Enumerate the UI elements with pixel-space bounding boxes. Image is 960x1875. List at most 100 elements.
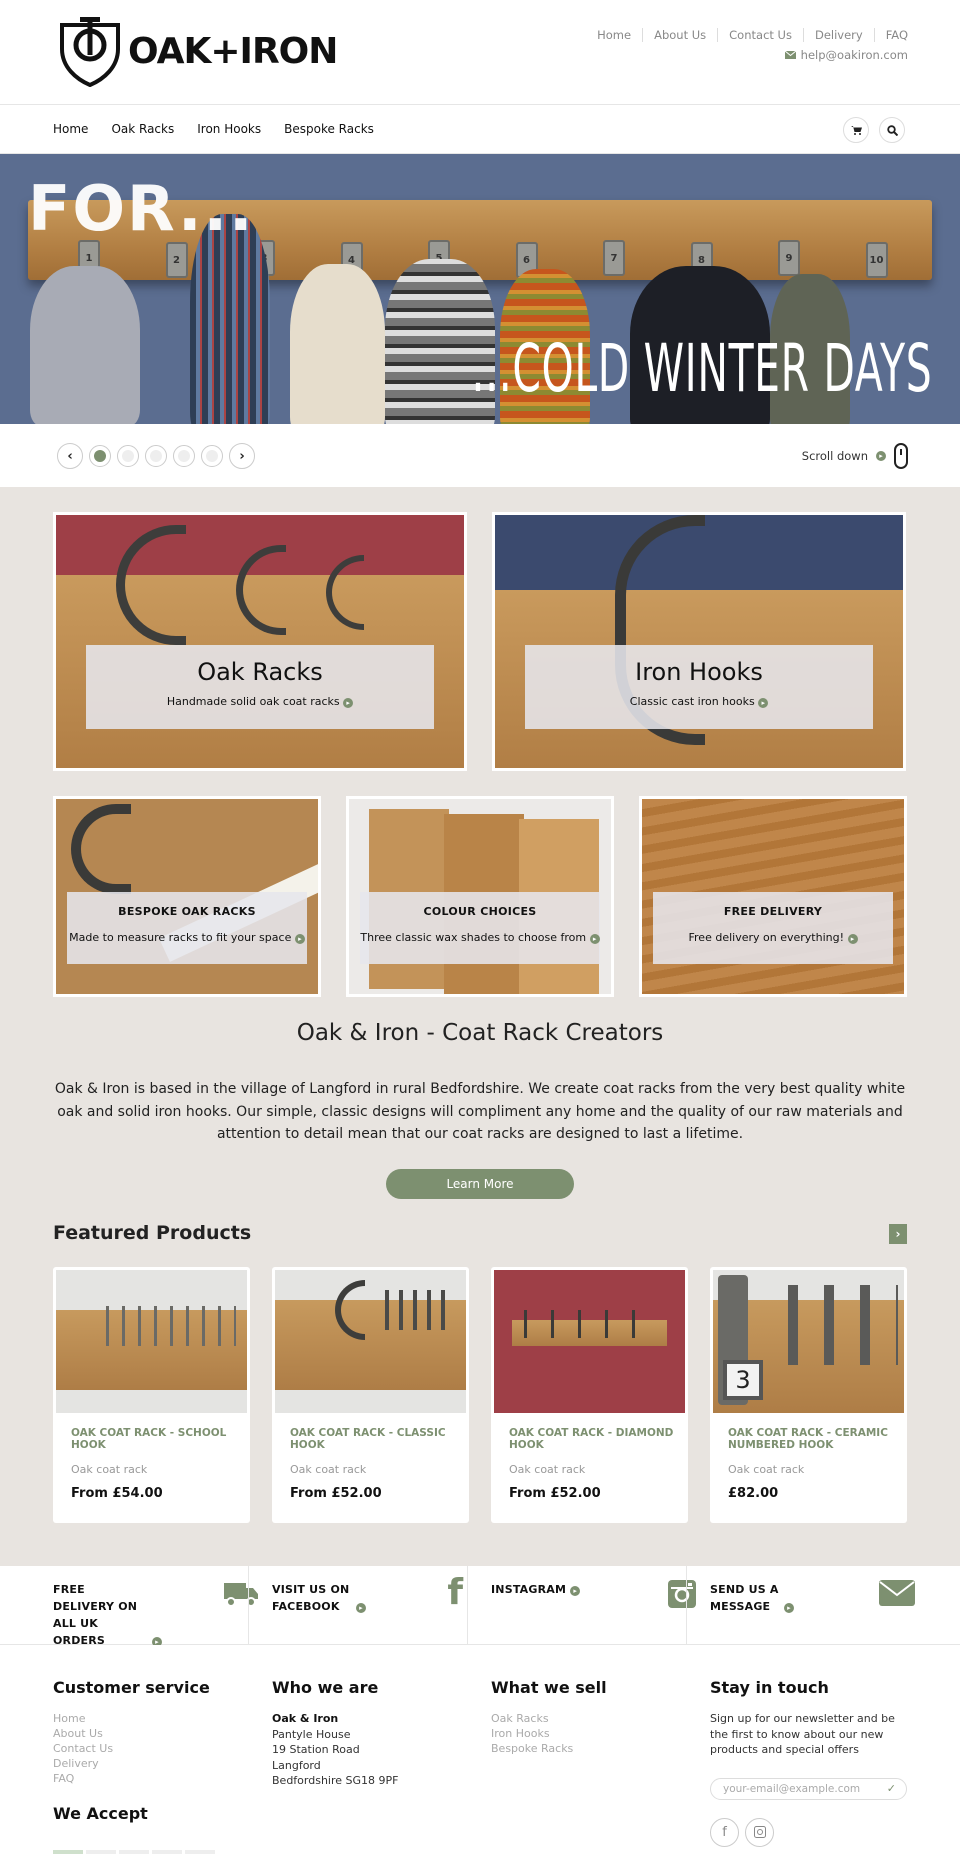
feature-facebook[interactable]: VISIT US ON FACEBOOK ▸ f <box>272 1566 491 1645</box>
payment-card-icon <box>185 1850 215 1854</box>
numbered-hook-plate: 2 <box>165 242 188 278</box>
instagram-icon <box>668 1580 696 1612</box>
product-price: From £52.00 <box>290 1486 382 1501</box>
facebook-icon: f <box>447 1572 463 1613</box>
tile-colour-choices[interactable]: COLOUR CHOICES Three classic wax shades … <box>346 796 614 997</box>
slider-dot-2[interactable] <box>117 445 139 467</box>
feature-instagram[interactable]: INSTAGRAM ▸ <box>491 1566 710 1645</box>
product-card[interactable]: OAK COAT RACK - DIAMOND HOOK Oak coat ra… <box>491 1267 688 1523</box>
learn-more-button[interactable]: Learn More <box>386 1169 574 1199</box>
tile-oak-racks[interactable]: Oak Racks Handmade solid oak coat racks … <box>53 512 467 771</box>
product-card[interactable]: 3 OAK COAT RACK - CERAMIC NUMBERED HOOK … <box>710 1267 907 1523</box>
product-card[interactable]: OAK COAT RACK - SCHOOL HOOK Oak coat rac… <box>53 1267 250 1523</box>
cart-button[interactable] <box>843 117 869 143</box>
nav-home[interactable]: Home <box>53 122 88 136</box>
nav-iron-hooks[interactable]: Iron Hooks <box>197 122 261 136</box>
tile-title: Oak Racks <box>197 658 323 686</box>
scroll-down-link[interactable]: Scroll down ▸ <box>802 443 908 469</box>
slider-next-button[interactable]: › <box>229 443 255 469</box>
address-line: Pantyle House <box>272 1727 351 1741</box>
top-link-home[interactable]: Home <box>586 28 642 42</box>
product-price: From £54.00 <box>71 1486 163 1501</box>
brand-name: OAK+IRON <box>128 30 338 72</box>
footer-heading: Stay in touch <box>710 1678 829 1697</box>
product-category: Oak coat rack <box>290 1463 367 1476</box>
check-icon[interactable]: ✓ <box>887 1782 896 1795</box>
hero-scarf <box>190 214 270 424</box>
hook-image <box>71 804 131 894</box>
product-name[interactable]: OAK COAT RACK - SCHOOL HOOK <box>71 1427 236 1451</box>
top-link-about[interactable]: About Us <box>642 28 717 42</box>
newsletter-email-input[interactable]: your-email@example.com ✓ <box>710 1777 907 1800</box>
slider-controls: ‹ › Scroll down ▸ <box>0 424 960 487</box>
hero-slide[interactable]: 12345678910 FOR... ...COLD WINTER DAYS <box>0 154 960 424</box>
nav-bespoke-racks[interactable]: Bespoke Racks <box>284 122 374 136</box>
top-link-faq[interactable]: FAQ <box>873 28 908 42</box>
slider-dot-1[interactable] <box>89 445 111 467</box>
footer-customer-service: Customer service Home About Us Contact U… <box>53 1678 253 1837</box>
feature-label: INSTAGRAM <box>491 1583 567 1596</box>
chevron-left-icon: ‹ <box>67 448 73 464</box>
search-button[interactable] <box>879 117 905 143</box>
nav-oak-racks[interactable]: Oak Racks <box>111 122 174 136</box>
footer: Customer service Home About Us Contact U… <box>0 1645 960 1875</box>
header: OAK+IRON Home About Us Contact Us Delive… <box>0 0 960 105</box>
about-text: Oak & Iron is based in the village of La… <box>54 1081 906 1142</box>
product-price: £82.00 <box>728 1486 779 1501</box>
address-line: Langford <box>272 1758 321 1772</box>
top-link-delivery[interactable]: Delivery <box>802 28 874 42</box>
arrow-circle-icon: ▸ <box>589 934 600 944</box>
product-card[interactable]: OAK COAT RACK - CLASSIC HOOK Oak coat ra… <box>272 1267 469 1523</box>
footer-link-about[interactable]: About Us <box>53 1726 253 1741</box>
product-name[interactable]: OAK COAT RACK - CLASSIC HOOK <box>290 1427 455 1451</box>
search-icon <box>886 124 898 136</box>
arrow-circle-icon: ▸ <box>876 451 886 461</box>
featured-title: Featured Products <box>53 1222 252 1244</box>
footer-what-we-sell: What we sell Oak Racks Iron Hooks Bespok… <box>491 1678 691 1756</box>
footer-link-oak-racks[interactable]: Oak Racks <box>491 1711 691 1726</box>
hero-headline-2: ...COLD WINTER DAYS <box>471 330 932 407</box>
envelope-icon <box>879 1580 915 1610</box>
product-image <box>275 1270 466 1413</box>
feature-label: FREE DELIVERY ON ALL UK ORDERS <box>53 1583 138 1647</box>
feature-free-delivery[interactable]: FREE DELIVERY ON ALL UK ORDERS ▸ <box>53 1566 272 1647</box>
product-name[interactable]: OAK COAT RACK - CERAMIC NUMBERED HOOK <box>728 1427 893 1451</box>
featured-next-button[interactable]: › <box>889 1224 907 1244</box>
address-line: Bedfordshire SG18 9PF <box>272 1774 399 1787</box>
newsletter-text: Sign up for our newsletter and be the fi… <box>710 1712 895 1756</box>
tile-subtitle: Made to measure racks to fit your space <box>69 931 292 944</box>
product-category: Oak coat rack <box>728 1463 805 1476</box>
footer-heading: What we sell <box>491 1678 607 1697</box>
feature-message[interactable]: SEND US A MESSAGE ▸ <box>710 1566 929 1645</box>
cart-icon <box>850 126 862 135</box>
product-name[interactable]: OAK COAT RACK - DIAMOND HOOK <box>509 1427 674 1451</box>
footer-link-home[interactable]: Home <box>53 1711 253 1726</box>
footer-link-delivery[interactable]: Delivery <box>53 1756 253 1771</box>
product-category: Oak coat rack <box>71 1463 148 1476</box>
logo[interactable]: OAK+IRON <box>58 15 338 87</box>
tile-subtitle: Classic cast iron hooks <box>629 695 755 708</box>
arrow-circle-icon: ▸ <box>343 698 354 708</box>
tile-title: BESPOKE OAK RACKS <box>118 905 256 918</box>
slider-prev-button[interactable]: ‹ <box>57 443 83 469</box>
top-link-contact[interactable]: Contact Us <box>717 28 803 42</box>
slider-dot-4[interactable] <box>173 445 195 467</box>
facebook-social-button[interactable]: f <box>710 1817 739 1847</box>
numbered-hook-plate: 9 <box>778 240 800 276</box>
footer-link-bespoke-racks[interactable]: Bespoke Racks <box>491 1741 691 1756</box>
footer-stay-in-touch: Stay in touch Sign up for our newsletter… <box>710 1678 910 1847</box>
tile-free-delivery[interactable]: FREE DELIVERY Free delivery on everythin… <box>639 796 907 997</box>
tile-iron-hooks[interactable]: Iron Hooks Classic cast iron hooks ▸ <box>492 512 906 771</box>
slider-dot-3[interactable] <box>145 445 167 467</box>
instagram-social-button[interactable] <box>745 1817 774 1847</box>
footer-link-faq[interactable]: FAQ <box>53 1771 253 1786</box>
footer-heading: Who we are <box>272 1678 379 1697</box>
footer-link-contact[interactable]: Contact Us <box>53 1741 253 1756</box>
tile-bespoke-racks[interactable]: BESPOKE OAK RACKS Made to measure racks … <box>53 796 321 997</box>
footer-who-we-are: Who we are Oak & Iron Pantyle House 19 S… <box>272 1678 472 1789</box>
footer-link-iron-hooks[interactable]: Iron Hooks <box>491 1726 691 1741</box>
contact-email[interactable]: help@oakiron.com <box>784 48 908 62</box>
payment-card-icon <box>53 1850 83 1854</box>
numbered-hook-plate: 7 <box>603 240 625 276</box>
slider-dot-5[interactable] <box>201 445 223 467</box>
